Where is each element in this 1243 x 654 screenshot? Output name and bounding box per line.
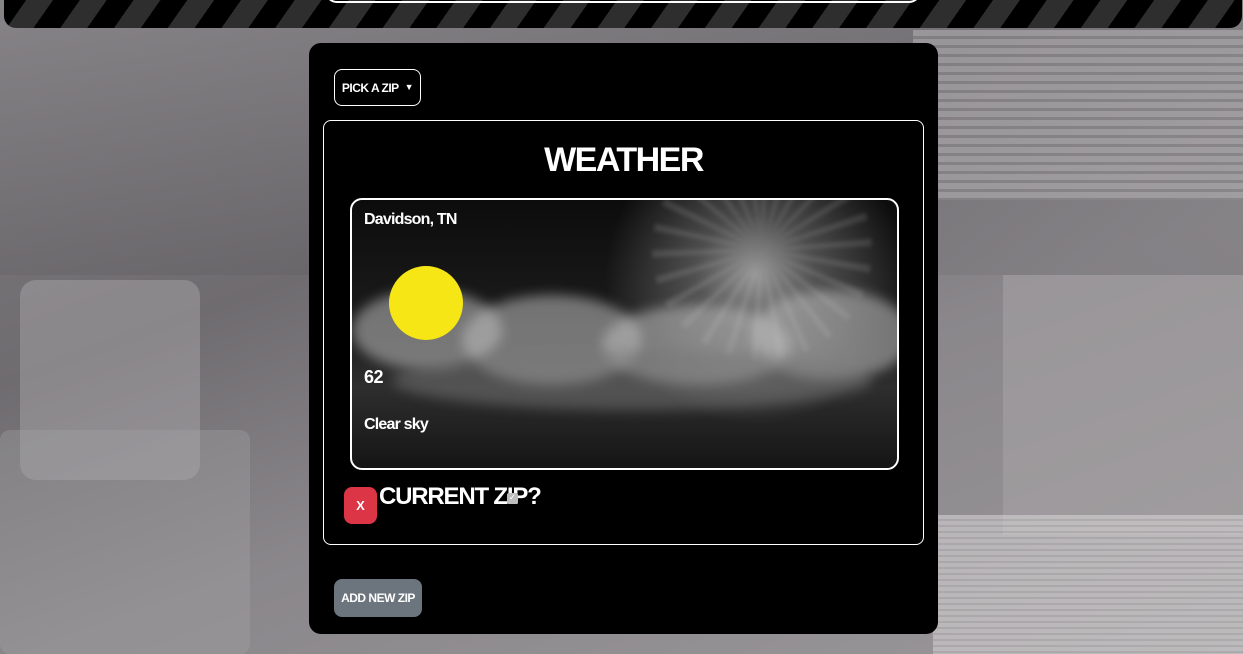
background-notebook [933, 515, 1243, 654]
top-navbar-pill [325, 0, 921, 3]
remove-zip-button[interactable]: X [344, 487, 377, 524]
pick-zip-dropdown[interactable]: PICK A ZIP ▼ [334, 69, 421, 106]
location-weather-card: Davidson, TN 62 Clear sky [350, 198, 899, 470]
add-new-zip-button[interactable]: ADD NEW ZIP [334, 579, 422, 617]
weather-title: WEATHER [544, 141, 704, 179]
weather-card: WEATHER Davidson, TN 62 Clear sky X CURR… [323, 120, 924, 545]
background-monitor [0, 430, 250, 654]
top-navbar [4, 0, 1242, 28]
weather-condition: Clear sky [364, 416, 429, 433]
sun-icon [389, 266, 463, 340]
location-name: Davidson, TN [364, 211, 457, 228]
pick-zip-label: PICK A ZIP [341, 80, 399, 95]
current-zip-checkbox[interactable]: ✓ [507, 493, 518, 504]
weather-panel: PICK A ZIP ▼ WEATHER Davidson, TN 62 Cle… [309, 43, 938, 634]
background-papers [913, 30, 1243, 200]
temperature-value: 62 [364, 367, 384, 387]
cloud-background [392, 350, 872, 410]
background-wall [1003, 275, 1243, 535]
chevron-down-icon: ▼ [404, 82, 414, 92]
